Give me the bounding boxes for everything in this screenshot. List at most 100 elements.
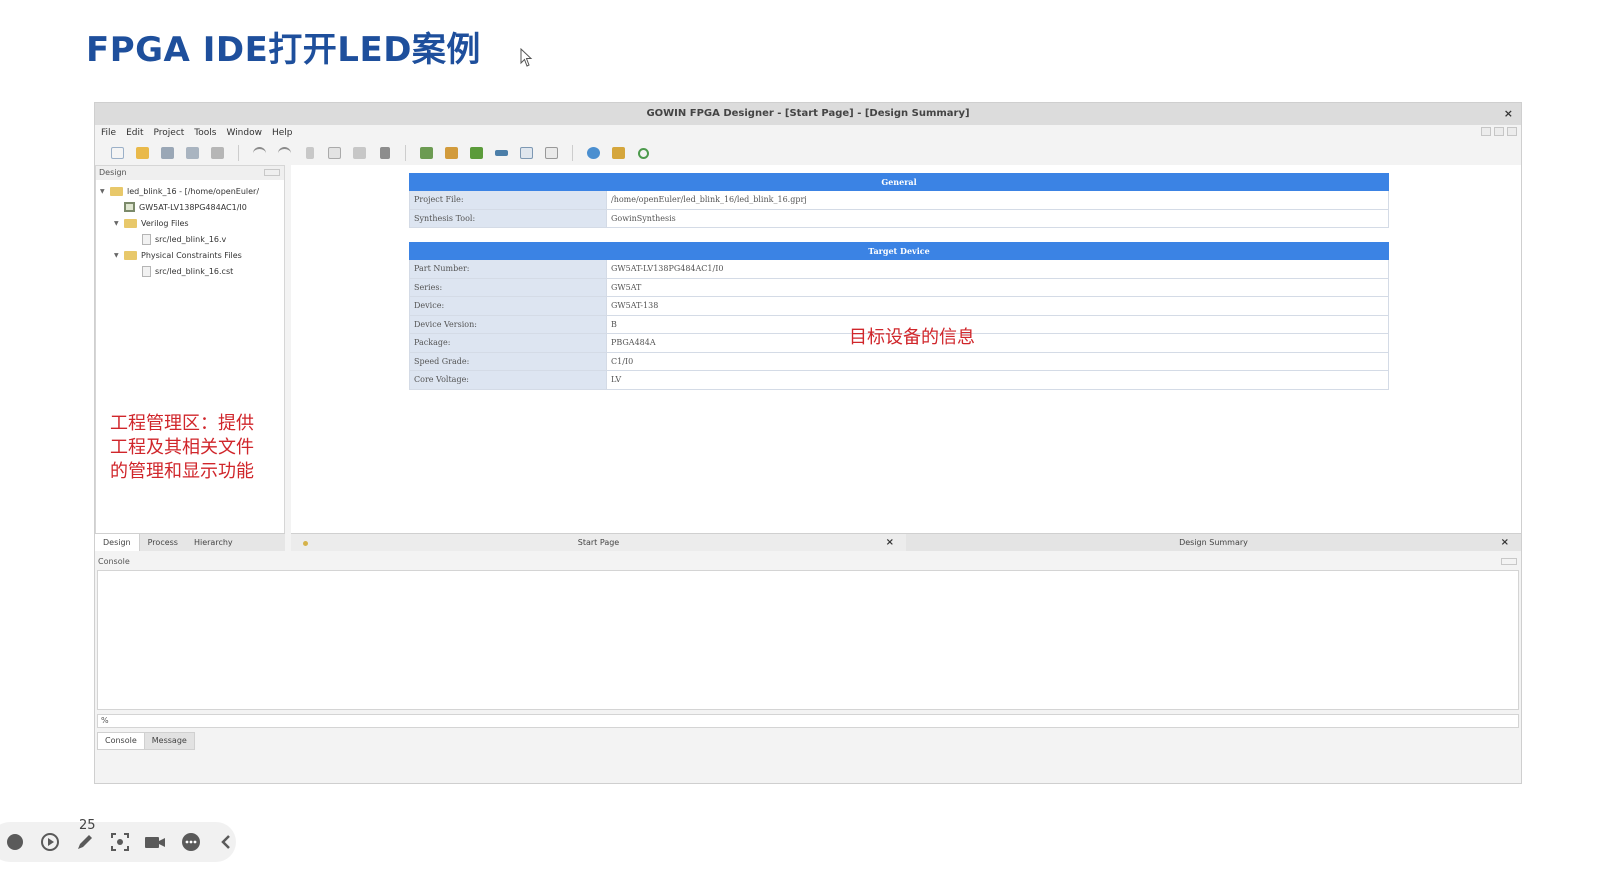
tab-design-summary[interactable]: Design Summary × xyxy=(906,534,1521,551)
window-title: GOWIN FPGA Designer - [Start Page] - [De… xyxy=(646,108,970,119)
summary-value: C1/I0 xyxy=(606,352,1388,370)
tab-label: Design Summary xyxy=(1179,538,1248,547)
save-all-icon[interactable] xyxy=(184,145,201,161)
presentation-control-bar xyxy=(0,822,236,862)
document-tabs: Start Page × Design Summary × xyxy=(291,533,1521,551)
annotation-target-device: 目标设备的信息 xyxy=(849,327,975,348)
save-icon[interactable] xyxy=(159,145,176,161)
summary-value: PBGA484A xyxy=(606,334,1388,352)
tab-close-button[interactable]: × xyxy=(1501,534,1509,552)
chat-icon[interactable] xyxy=(585,145,602,161)
copy-icon[interactable] xyxy=(326,145,343,161)
summary-row: Device: GW5AT-138 xyxy=(409,297,1389,316)
previous-icon[interactable] xyxy=(4,831,25,853)
play-icon[interactable] xyxy=(39,831,60,853)
summary-row: Speed Grade: C1/I0 xyxy=(409,352,1389,371)
design-panel-tabs: Design Process Hierarchy xyxy=(95,533,285,551)
console-tabs: Console Message xyxy=(97,732,195,750)
design-summary-view: General Project File: /home/openEuler/le… xyxy=(291,165,1521,533)
summary-value: LV xyxy=(606,371,1388,389)
schematic-icon[interactable] xyxy=(543,145,560,161)
expand-arrow-icon[interactable]: ▼ xyxy=(114,252,120,259)
mdi-minimize-button[interactable] xyxy=(1481,127,1491,136)
tab-close-button[interactable]: × xyxy=(886,534,894,552)
toolbar-separator xyxy=(572,145,573,161)
new-file-icon[interactable] xyxy=(109,145,126,161)
menu-window[interactable]: Window xyxy=(226,125,262,141)
tab-console[interactable]: Console xyxy=(97,732,145,750)
open-folder-icon[interactable] xyxy=(134,145,151,161)
paste-icon[interactable] xyxy=(351,145,368,161)
section-header-target-device: Target Device xyxy=(409,242,1389,260)
summary-value: GW5AT xyxy=(606,278,1388,296)
window-close-button[interactable]: × xyxy=(1504,103,1513,125)
expand-arrow-icon[interactable]: ▼ xyxy=(100,188,106,195)
menu-edit[interactable]: Edit xyxy=(126,125,143,141)
tree-label: Physical Constraints Files xyxy=(141,250,242,260)
tree-item-project[interactable]: ▼ led_blink_16 - [/home/openEuler/ xyxy=(100,184,259,198)
tab-hierarchy[interactable]: Hierarchy xyxy=(186,534,241,551)
report-icon[interactable] xyxy=(518,145,535,161)
summary-row: Part Number: GW5AT-LV138PG484AC1/I0 xyxy=(409,260,1389,279)
tree-item-verilog-files[interactable]: ▼ Verilog Files xyxy=(114,216,189,230)
file-icon xyxy=(142,233,151,245)
tab-design[interactable]: Design xyxy=(95,534,140,551)
menu-project[interactable]: Project xyxy=(154,125,185,141)
mdi-restore-button[interactable] xyxy=(1494,127,1504,136)
tree-item-device[interactable]: GW5AT-LV138PG484AC1/I0 xyxy=(124,200,247,214)
cut-icon[interactable] xyxy=(301,145,318,161)
main-toolbar xyxy=(95,141,1521,165)
panel-float-close-button[interactable] xyxy=(264,169,280,176)
summary-key: Package: xyxy=(410,334,606,352)
panel-float-close-button[interactable] xyxy=(1501,558,1517,565)
tree-item-verilog-file[interactable]: src/led_blink_16.v xyxy=(142,232,226,246)
mdi-close-button[interactable] xyxy=(1507,127,1517,136)
pen-icon[interactable] xyxy=(74,831,95,853)
more-icon[interactable] xyxy=(180,831,201,853)
tab-message[interactable]: Message xyxy=(144,732,195,750)
menu-help[interactable]: Help xyxy=(272,125,293,141)
place-route-icon[interactable] xyxy=(443,145,460,161)
summary-row: Project File: /home/openEuler/led_blink_… xyxy=(409,191,1389,210)
mouse-cursor-icon xyxy=(520,48,533,67)
summary-value: GW5AT-138 xyxy=(606,297,1388,315)
section-header-general: General xyxy=(409,173,1389,191)
refresh-icon[interactable] xyxy=(635,145,652,161)
collapse-chevron-icon[interactable] xyxy=(215,831,236,853)
tab-process[interactable]: Process xyxy=(140,534,186,551)
window-titlebar: GOWIN FPGA Designer - [Start Page] - [De… xyxy=(95,103,1521,125)
summary-key: Synthesis Tool: xyxy=(410,209,606,227)
design-summary: General Project File: /home/openEuler/le… xyxy=(409,173,1389,390)
screenshot-icon[interactable] xyxy=(109,831,130,853)
tree-label: Verilog Files xyxy=(141,218,189,228)
print-icon[interactable] xyxy=(209,145,226,161)
tree-item-constraints-file[interactable]: src/led_blink_16.cst xyxy=(142,264,233,278)
design-panel: Design ▼ led_blink_16 - [/home/openEuler… xyxy=(95,165,285,549)
console-command-input[interactable]: % xyxy=(97,714,1519,728)
console-header: Console xyxy=(95,555,1521,569)
summary-key: Project File: xyxy=(410,191,606,209)
annotation-project-area: 工程管理区：提供工程及其相关文件的管理和显示功能 xyxy=(110,413,254,482)
program-icon[interactable] xyxy=(468,145,485,161)
menu-file[interactable]: File xyxy=(101,125,116,141)
find-icon[interactable] xyxy=(376,145,393,161)
pin-icon xyxy=(303,541,308,546)
synthesize-icon[interactable] xyxy=(418,145,435,161)
project-folder-icon xyxy=(110,186,123,196)
design-panel-header: Design xyxy=(96,166,284,180)
menu-tools[interactable]: Tools xyxy=(194,125,216,141)
grid-icon[interactable] xyxy=(610,145,627,161)
mdi-window-controls xyxy=(1481,127,1517,136)
tab-start-page[interactable]: Start Page × xyxy=(291,534,906,551)
camera-icon[interactable] xyxy=(144,831,166,853)
undo-icon[interactable] xyxy=(251,145,268,161)
expand-arrow-icon[interactable]: ▼ xyxy=(114,220,120,227)
menu-bar: File Edit Project Tools Window Help xyxy=(95,125,1521,141)
summary-key: Speed Grade: xyxy=(410,352,606,370)
redo-icon[interactable] xyxy=(276,145,293,161)
tree-label: GW5AT-LV138PG484AC1/I0 xyxy=(139,202,247,212)
timing-icon[interactable] xyxy=(493,145,510,161)
console-output[interactable] xyxy=(97,570,1519,710)
tree-label: led_blink_16 - [/home/openEuler/ xyxy=(127,186,260,196)
tree-item-constraints-files[interactable]: ▼ Physical Constraints Files xyxy=(114,248,242,262)
